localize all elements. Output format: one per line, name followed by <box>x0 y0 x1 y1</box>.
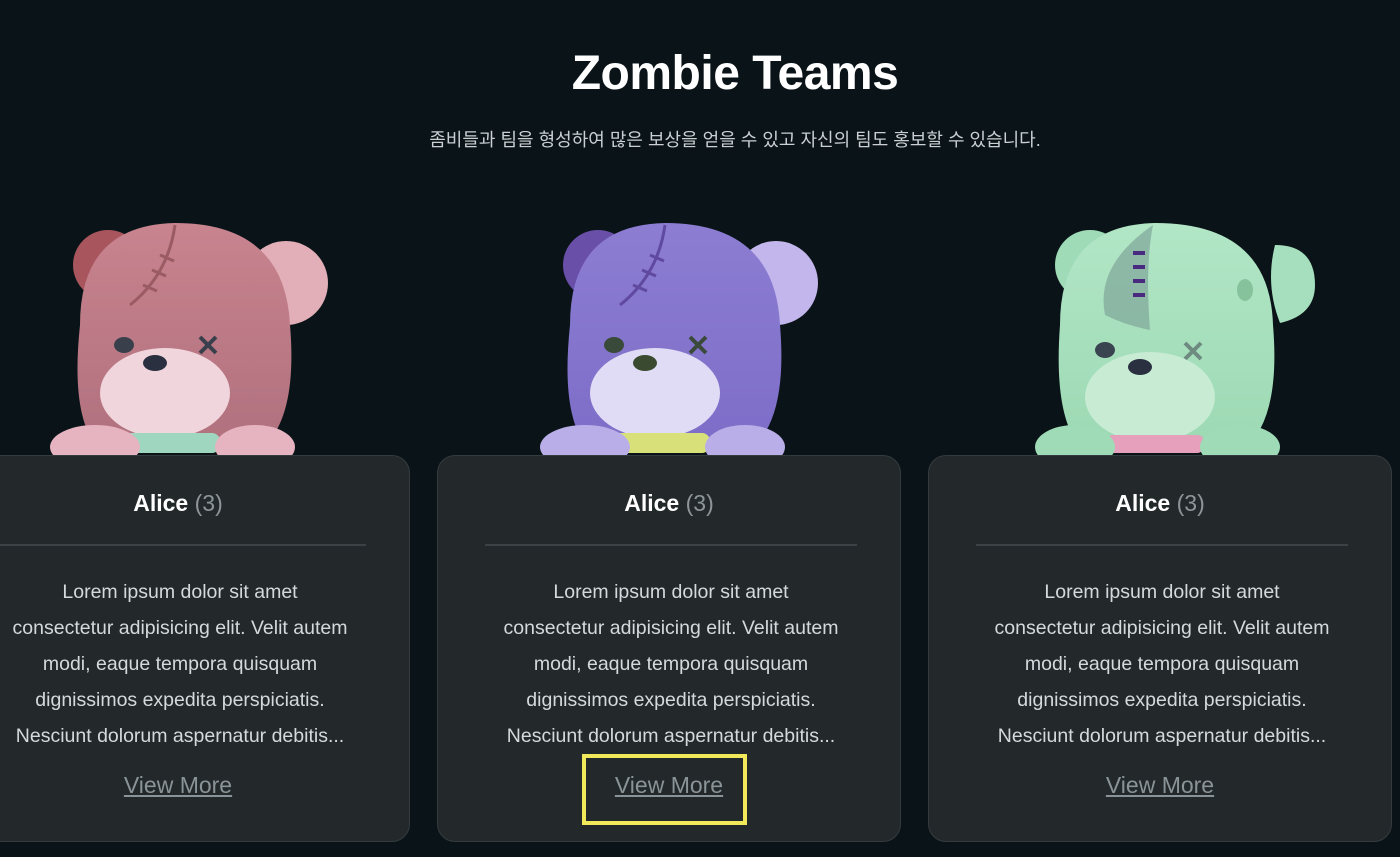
desc-line: dignissimos expedita perspiciatis. <box>1017 689 1307 711</box>
card-divider <box>0 544 366 546</box>
team-name: Alice (3) <box>929 490 1391 517</box>
green-zombie-bear-icon <box>1035 223 1315 469</box>
team-description: Lorem ipsum dolor sit amet consectetur a… <box>967 574 1357 754</box>
page-title: Zombie Teams <box>571 47 899 100</box>
team-name: Alice (3) <box>438 490 900 517</box>
view-more-link[interactable]: View More <box>929 772 1391 799</box>
team-name: Alice (3) <box>0 490 409 517</box>
purple-zombie-bear-icon <box>540 223 818 469</box>
page-subtitle: 좀비들과 팀을 형성하여 많은 보상을 얻을 수 있고 자신의 팀도 홍보할 수… <box>429 130 1041 150</box>
pink-zombie-bear-icon <box>50 223 328 469</box>
desc-line: modi, eaque tempora quisquam <box>1024 653 1300 675</box>
team-member-count: (3) <box>685 490 714 516</box>
team-member-count: (3) <box>1176 490 1205 516</box>
card-divider <box>485 544 857 546</box>
team-card: Alice (3) Lorem ipsum dolor sit amet con… <box>928 455 1392 842</box>
team-member-count: (3) <box>194 490 223 516</box>
desc-line: Nesciunt dolorum aspernatur debitis... <box>506 725 836 747</box>
desc-line: Lorem ipsum dolor sit amet <box>1044 581 1280 603</box>
desc-line: Nesciunt dolorum aspernatur debitis... <box>15 725 345 747</box>
desc-line: consectetur adipisicing elit. Velit aute… <box>503 617 839 639</box>
team-description: Lorem ipsum dolor sit amet consectetur a… <box>476 574 866 754</box>
team-card: Alice (3) Lorem ipsum dolor sit amet con… <box>0 455 410 842</box>
focus-highlight-box <box>582 754 747 825</box>
desc-line: Lorem ipsum dolor sit amet <box>62 581 298 603</box>
team-name-text: Alice <box>133 490 189 516</box>
desc-line: dignissimos expedita perspiciatis. <box>526 689 816 711</box>
desc-line: modi, eaque tempora quisquam <box>533 653 809 675</box>
team-description: Lorem ipsum dolor sit amet consectetur a… <box>0 574 375 754</box>
desc-line: consectetur adipisicing elit. Velit aute… <box>12 617 348 639</box>
desc-line: dignissimos expedita perspiciatis. <box>35 689 325 711</box>
desc-line: modi, eaque tempora quisquam <box>42 653 318 675</box>
desc-line: Nesciunt dolorum aspernatur debitis... <box>997 725 1327 747</box>
view-more-link[interactable]: View More <box>0 772 409 799</box>
team-name-text: Alice <box>1115 490 1171 516</box>
team-name-text: Alice <box>624 490 680 516</box>
card-divider <box>976 544 1348 546</box>
desc-line: consectetur adipisicing elit. Velit aute… <box>994 617 1330 639</box>
desc-line: Lorem ipsum dolor sit amet <box>553 581 789 603</box>
